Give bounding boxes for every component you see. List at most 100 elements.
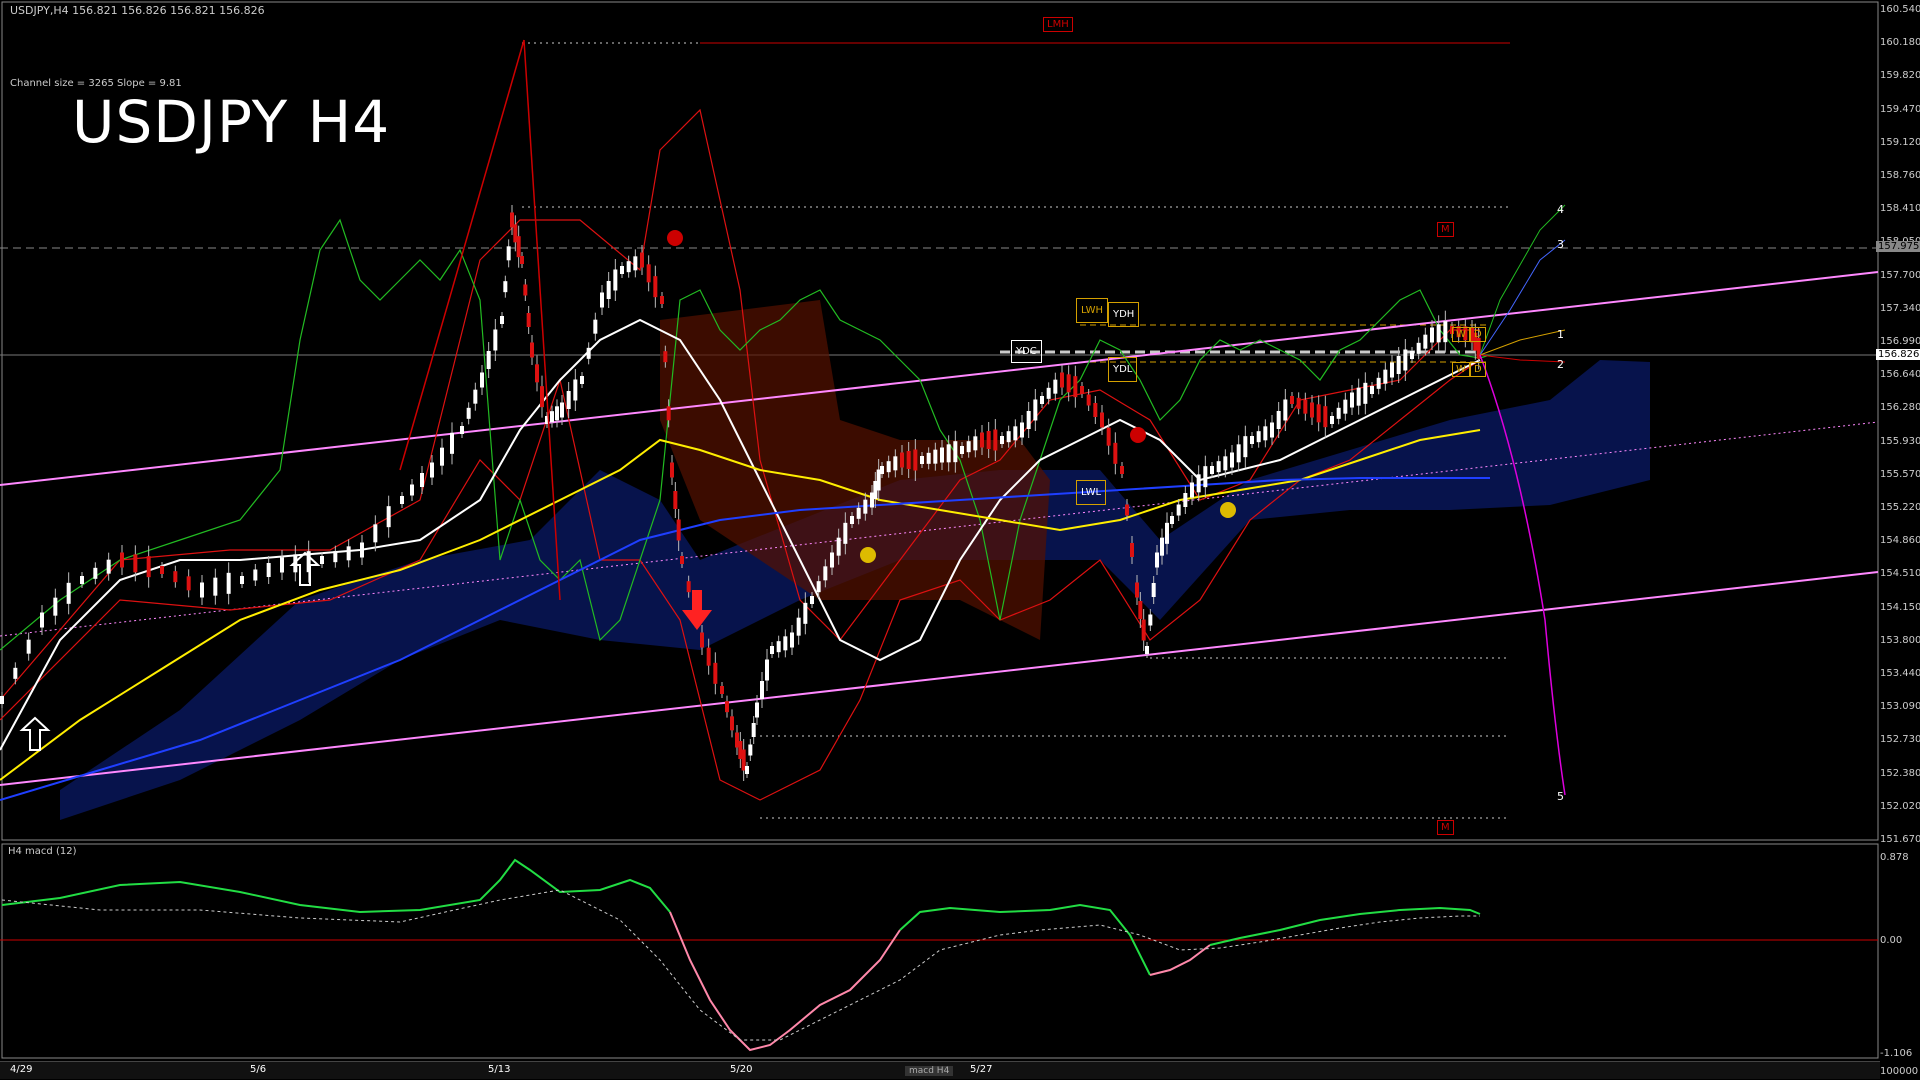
candle-body: [540, 386, 544, 408]
candle-body: [1243, 436, 1248, 458]
candle-body: [770, 646, 774, 654]
chart-canvas[interactable]: [0, 0, 1920, 1080]
candle-body: [1430, 327, 1434, 343]
level-box-d-bottom[interactable]: D: [1470, 362, 1486, 377]
candle-body: [653, 276, 658, 298]
candle-body: [493, 329, 498, 351]
level-box-m-top[interactable]: M: [1437, 222, 1454, 237]
wave-label-4: 4: [1557, 203, 1564, 216]
price-scale-label: 155.570: [1880, 468, 1920, 480]
candle-body: [1135, 582, 1139, 598]
candle-body: [186, 576, 191, 591]
candle-body: [146, 556, 151, 578]
candle-body: [986, 431, 991, 449]
candle-body: [93, 567, 98, 579]
candle-body: [1176, 504, 1181, 516]
price-scale-label: 153.800: [1880, 634, 1920, 646]
price-scale-label: 155.220: [1880, 502, 1920, 513]
candle-body: [535, 364, 539, 383]
level-box-lwh[interactable]: LWH: [1076, 298, 1109, 323]
candle-body: [660, 296, 664, 304]
macd-line-pink: [669, 911, 901, 1052]
candle-body: [790, 632, 794, 648]
candle-body: [593, 319, 598, 334]
candle-body: [1020, 422, 1024, 438]
candle-body: [1100, 412, 1104, 428]
candle-body: [1410, 351, 1414, 359]
candle-body: [1376, 377, 1381, 389]
level-box-ydh[interactable]: YDH: [1108, 302, 1140, 327]
candle-body: [213, 577, 218, 596]
candle-body: [1113, 442, 1118, 464]
price-scale-label: 153.090: [1880, 701, 1920, 713]
candle-body: [466, 407, 471, 419]
candle-body: [913, 449, 918, 471]
candle-body: [755, 702, 759, 718]
candle-body: [745, 766, 749, 774]
price-scale-label: 154.510: [1880, 568, 1920, 580]
candle-body: [1256, 431, 1261, 443]
candle-body: [953, 441, 958, 463]
candle-body: [940, 447, 944, 463]
candle-body: [13, 667, 18, 679]
candle-body: [200, 582, 204, 598]
candle-body: [933, 449, 938, 464]
candle-body: [1363, 382, 1368, 404]
wave-label-5: 5: [1557, 790, 1564, 803]
candle-body: [573, 379, 578, 401]
candle-body: [1236, 444, 1241, 463]
price-scale-label: 157.340: [1880, 302, 1920, 314]
candle-body: [1250, 436, 1254, 444]
candle-body: [680, 556, 684, 564]
level-price-tag: 157.975: [1876, 241, 1920, 252]
price-scale-label: 160.540: [1880, 4, 1920, 15]
level-box-ydl[interactable]: YDL: [1108, 357, 1138, 382]
macd-line-green: [1, 858, 671, 914]
level-box-d-top[interactable]: D: [1470, 327, 1486, 342]
candle-body: [686, 581, 691, 593]
candle-body: [1086, 394, 1091, 406]
candle-body: [460, 426, 464, 434]
candle-body: [640, 252, 644, 268]
candle-body: [613, 269, 618, 291]
candle-body: [906, 451, 911, 469]
candle-body: [400, 496, 404, 504]
candle-body: [240, 576, 244, 584]
candle-body: [0, 696, 4, 704]
candle-body: [1033, 399, 1038, 421]
candle-body: [440, 447, 444, 466]
level-box-m-bottom[interactable]: M: [1437, 820, 1454, 835]
price-scale-label: 151.670: [1880, 834, 1920, 845]
candle-body: [863, 499, 868, 514]
candle-body: [1283, 399, 1288, 421]
candle-body: [1183, 493, 1188, 507]
candle-body: [503, 281, 508, 293]
level-box-w-bottom[interactable]: W: [1452, 362, 1470, 377]
candle-body: [430, 462, 434, 478]
candle-body: [823, 566, 828, 581]
candle-body: [1216, 461, 1221, 473]
candle-body: [526, 313, 531, 327]
candle-body: [1416, 342, 1421, 354]
candle-body: [1330, 416, 1334, 424]
macd-scale-zero: 0.00: [1880, 935, 1903, 946]
macd-title: H4 macd (12): [8, 846, 77, 857]
candle-body: [1141, 619, 1146, 641]
candle-body: [748, 744, 753, 756]
candle-body: [420, 473, 424, 487]
scroll-thumb[interactable]: macd H4: [905, 1066, 954, 1076]
candle-body: [373, 524, 378, 543]
candle-body: [40, 612, 44, 628]
candle-body: [1053, 379, 1058, 394]
candle-body: [530, 342, 534, 358]
candle-body: [550, 411, 554, 423]
candle-body: [280, 557, 284, 573]
level-box-lmh[interactable]: LMH: [1043, 17, 1073, 32]
candle-body: [1223, 456, 1228, 471]
price-scale-label: 154.860: [1880, 535, 1920, 547]
candle-body: [1383, 369, 1388, 384]
candle-body: [1196, 474, 1201, 493]
level-box-w-top[interactable]: W: [1452, 327, 1470, 342]
level-box-lwl[interactable]: LWL: [1076, 480, 1107, 505]
level-box-ydc[interactable]: YDC: [1011, 340, 1042, 363]
